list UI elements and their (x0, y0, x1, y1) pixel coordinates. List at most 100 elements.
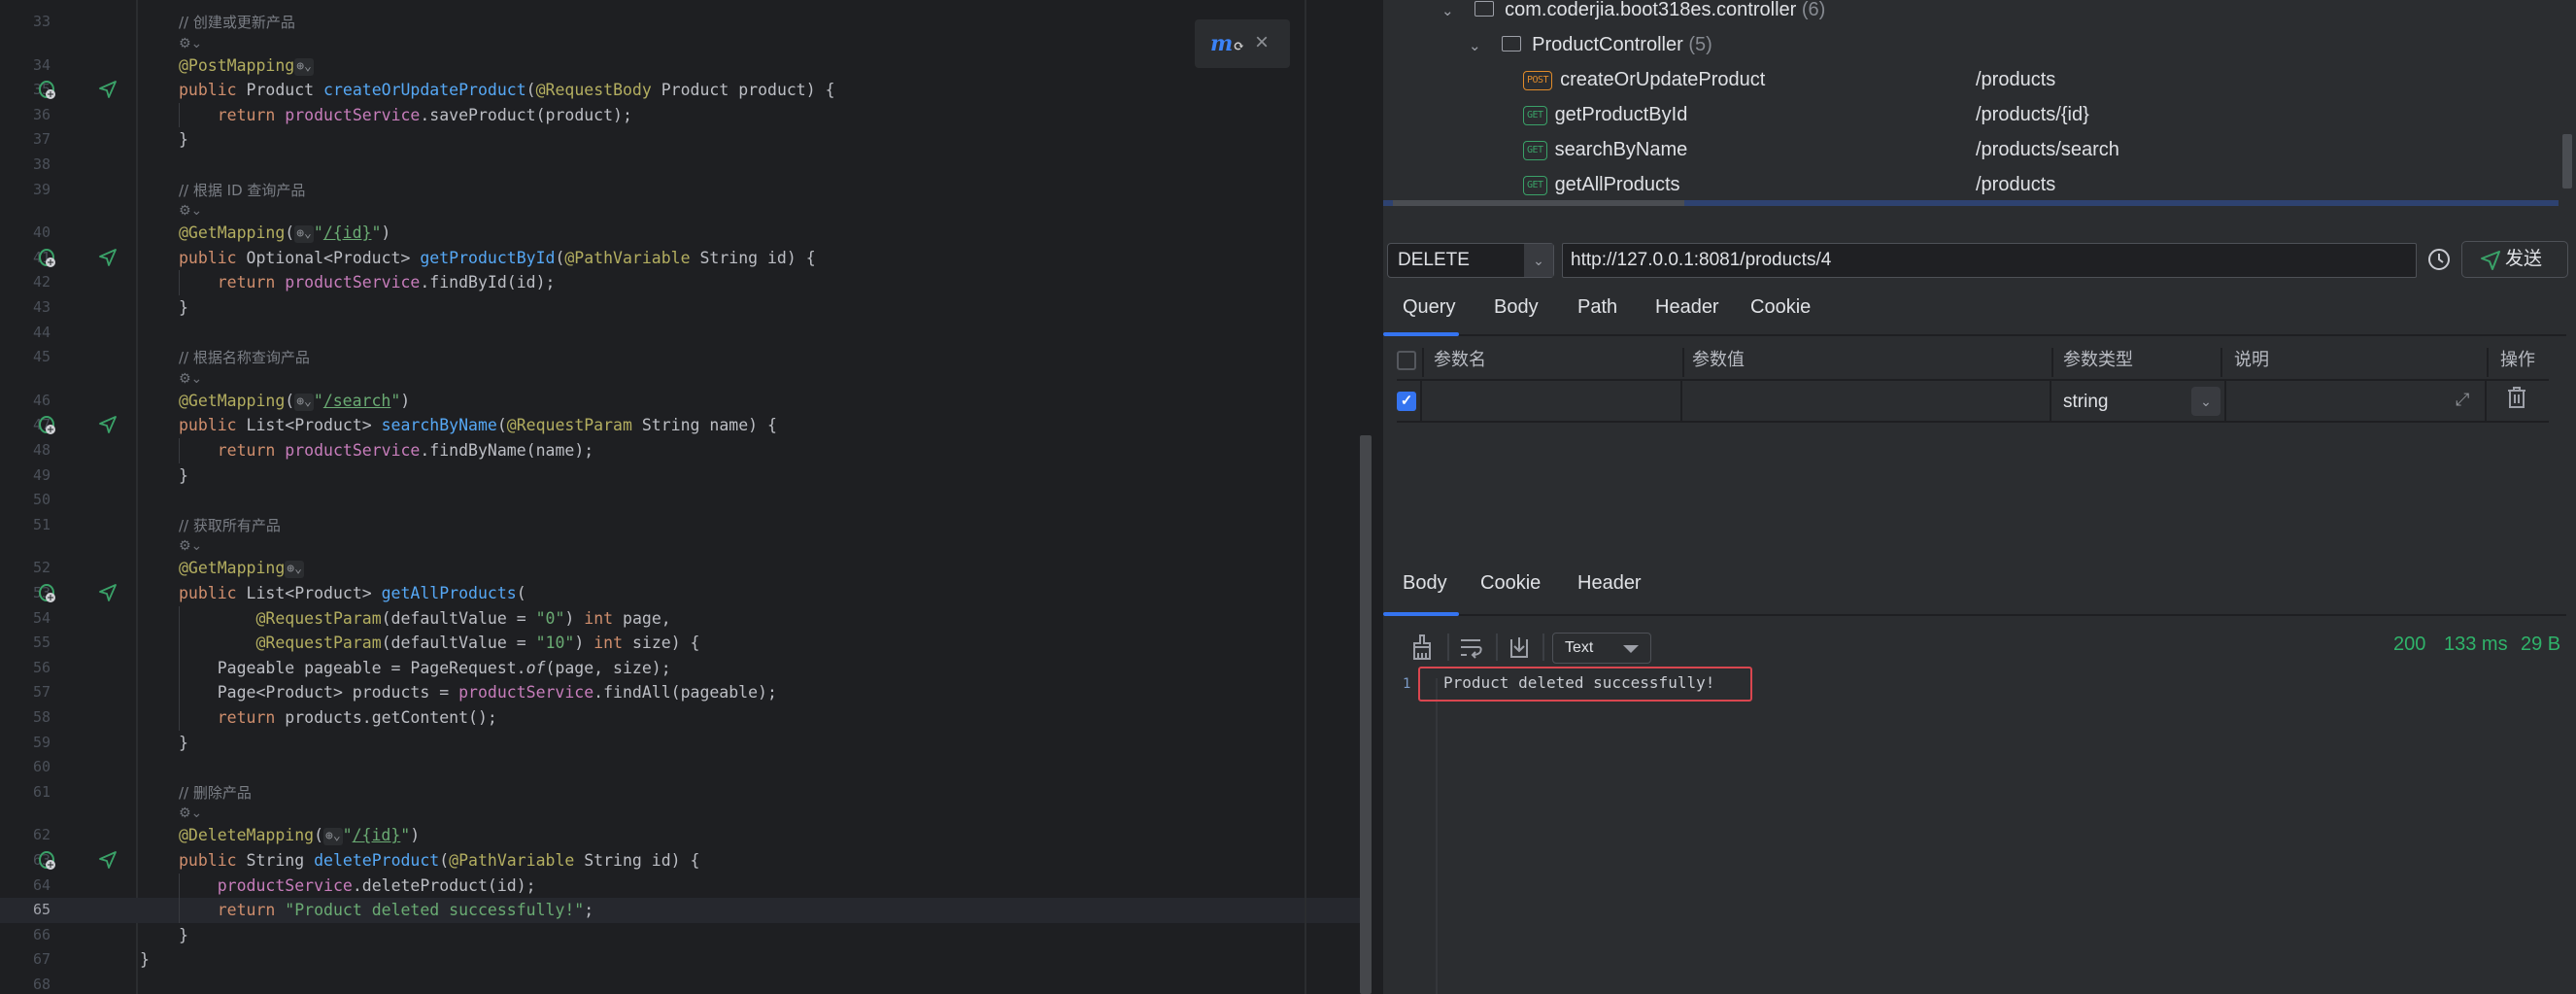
response-body-viewer[interactable]: 1 Product deleted successfully! (1399, 667, 1982, 994)
download-icon[interactable] (1506, 634, 1533, 661)
code-line[interactable]: 55 @RequestParam(defaultValue = "10") in… (0, 631, 1360, 656)
globe-icon[interactable]: ⊕⌄ (294, 225, 314, 244)
spring-bean-hint-icon[interactable]: ⚙⌄ (179, 202, 202, 221)
spring-web-endpoint-icon[interactable] (39, 584, 55, 602)
row-enabled-checkbox[interactable]: ✓ (1397, 392, 1416, 411)
code-line[interactable]: 58 return products.getContent(); (0, 705, 1360, 731)
endpoint-item[interactable]: GET getAllProducts (1523, 167, 1680, 202)
spring-bean-hint-icon[interactable]: ⚙⌄ (179, 35, 202, 53)
code-editor[interactable]: 33// 创建或更新产品 ⚙⌄ 34 @PostMapping ⊕⌄ 35 public P… (0, 0, 1375, 994)
code-line[interactable]: 59} (0, 731, 1360, 756)
endpoint-item[interactable]: GET getProductById (1523, 97, 1687, 132)
code-line[interactable]: 46 @GetMapping(⊕⌄ "/search") (0, 389, 1360, 414)
chevron-down-icon[interactable]: ⌄ (1524, 244, 1553, 277)
send-request-icon[interactable] (99, 584, 117, 601)
send-request-icon[interactable] (99, 416, 117, 434)
code-line[interactable]: 57 Page<Product> products = productServi… (0, 680, 1360, 705)
code-line[interactable]: 40 @GetMapping(⊕⌄ "/{id}") (0, 221, 1360, 246)
tab-header[interactable]: Header (1655, 284, 1719, 330)
url-input[interactable] (1562, 243, 2417, 278)
code-line[interactable]: 35 public Product createOrUpdateProduct(@… (0, 78, 1360, 103)
spring-web-endpoint-icon[interactable] (39, 851, 55, 870)
code-line[interactable]: 42 return productService.findById(id); (0, 270, 1360, 295)
chevron-down-icon[interactable]: ⌄ (1469, 29, 1488, 64)
inlay-hint-row[interactable]: ⚙⌄ (0, 805, 1360, 823)
endpoint-item[interactable]: GET searchByName (1523, 132, 1687, 167)
tab-response-body[interactable]: Body (1403, 560, 1447, 606)
inlay-hint-row[interactable]: ⚙⌄ (0, 35, 1360, 53)
code-line[interactable]: 62 @DeleteMapping(⊕⌄ "/{id}") (0, 823, 1360, 848)
param-value-input[interactable] (1684, 382, 2046, 419)
param-name-input[interactable] (1424, 382, 1678, 419)
code-line[interactable]: 36 return productService.saveProduct(pro… (0, 102, 1360, 128)
endpoint-item[interactable]: POST createOrUpdateProduct (1523, 62, 1765, 97)
inlay-hint-row[interactable]: ⚙⌄ (0, 537, 1360, 556)
tab-cookie[interactable]: Cookie (1750, 284, 1811, 330)
select-all-checkbox[interactable] (1397, 351, 1416, 370)
spring-web-endpoint-icon[interactable] (39, 81, 55, 100)
code-line[interactable]: 51 // 获取所有产品 (0, 513, 1360, 538)
globe-icon[interactable]: ⊕⌄ (285, 561, 304, 579)
code-line[interactable]: 41 public Optional<Product> getProductByI… (0, 246, 1360, 271)
code-line[interactable]: 34 @PostMapping ⊕⌄ (0, 53, 1360, 79)
send-request-icon[interactable] (99, 851, 117, 869)
spring-bean-hint-icon[interactable]: ⚙⌄ (179, 370, 202, 389)
code-line[interactable]: 60 (0, 755, 1360, 780)
expand-icon[interactable]: ⤢ (2456, 390, 2469, 410)
tree-horizontal-scroll-thumb[interactable] (1393, 200, 1684, 206)
code-line[interactable]: 48 return productService.findByName(name… (0, 438, 1360, 463)
tab-query[interactable]: Query (1403, 284, 1455, 330)
code-line[interactable]: 37} (0, 127, 1360, 153)
spring-bean-hint-icon[interactable]: ⚙⌄ (179, 805, 202, 823)
tree-controller[interactable]: ⌄ ProductController (5) (1469, 27, 1712, 62)
code-line[interactable]: 50 (0, 488, 1360, 513)
spring-bean-hint-icon[interactable]: ⚙⌄ (179, 537, 202, 556)
globe-icon[interactable]: ⊕⌄ (294, 393, 314, 411)
code-line[interactable]: 64 productService.deleteProduct(id); (0, 873, 1360, 899)
code-line[interactable]: 38 (0, 153, 1360, 178)
clear-icon[interactable] (1408, 634, 1436, 661)
spring-web-endpoint-icon[interactable] (39, 416, 55, 435)
code-line[interactable]: 54 @RequestParam(defaultValue = "0") int… (0, 605, 1360, 632)
globe-icon[interactable]: ⊕⌄ (323, 828, 343, 846)
panel-separator[interactable] (1375, 0, 1383, 994)
tab-response-header[interactable]: Header (1577, 560, 1642, 606)
response-format-select[interactable]: Text (1552, 633, 1651, 664)
soft-wrap-icon[interactable] (1457, 634, 1484, 661)
code-line[interactable]: 47 public List<Product> searchByName(@Req… (0, 413, 1360, 438)
spring-web-endpoint-icon[interactable] (39, 248, 55, 267)
code-line[interactable]: 39 // 根据 ID 查询产品 (0, 178, 1360, 203)
delete-row-icon[interactable] (2506, 386, 2527, 414)
http-method-select[interactable]: DELETE ⌄ (1387, 243, 1554, 278)
send-request-icon[interactable] (99, 248, 117, 266)
history-icon[interactable] (2426, 247, 2452, 272)
code-line[interactable]: 65 return "Product deleted successfully!… (0, 898, 1360, 923)
maven-reload-icon[interactable]: m⟳ (1210, 31, 1244, 56)
code-line[interactable]: 52 @GetMapping ⊕⌄ (0, 556, 1360, 581)
param-type-value[interactable]: string (2063, 392, 2108, 413)
tab-response-cookie[interactable]: Cookie (1480, 560, 1541, 606)
tree-vertical-scrollbar[interactable] (2562, 134, 2572, 189)
chevron-down-icon[interactable]: ⌄ (1441, 0, 1461, 29)
globe-icon[interactable]: ⊕⌄ (294, 57, 314, 76)
code-line[interactable]: 49} (0, 463, 1360, 489)
code-line[interactable]: 45 // 根据名称查询产品 (0, 345, 1360, 370)
send-button[interactable]: 发送 (2461, 241, 2568, 278)
editor-vertical-scrollbar[interactable] (1360, 435, 1372, 994)
code-line[interactable]: 53 public List<Product> getAllProducts( (0, 581, 1360, 606)
code-line[interactable]: 33 // 创建或更新产品 (0, 10, 1360, 35)
code-line[interactable]: 68 (0, 973, 1360, 994)
param-description-input[interactable] (2228, 382, 2483, 419)
send-request-icon[interactable] (99, 81, 117, 99)
tab-path[interactable]: Path (1577, 284, 1617, 330)
code-line[interactable]: 66} (0, 923, 1360, 948)
code-line[interactable]: 67} (0, 947, 1360, 973)
code-line[interactable]: 44 (0, 321, 1360, 346)
inlay-hint-row[interactable]: ⚙⌄ (0, 370, 1360, 389)
chevron-down-icon[interactable]: ⌄ (2191, 387, 2220, 416)
code-line[interactable]: 63 public String deleteProduct(@PathVaria… (0, 848, 1360, 874)
tree-package[interactable]: ⌄ com.coderjia.boot318es.controller (6) (1441, 0, 1825, 27)
code-line[interactable]: 56 Pageable pageable = PageRequest.of(pa… (0, 655, 1360, 681)
tab-body[interactable]: Body (1494, 284, 1539, 330)
inlay-hint-row[interactable]: ⚙⌄ (0, 202, 1360, 221)
